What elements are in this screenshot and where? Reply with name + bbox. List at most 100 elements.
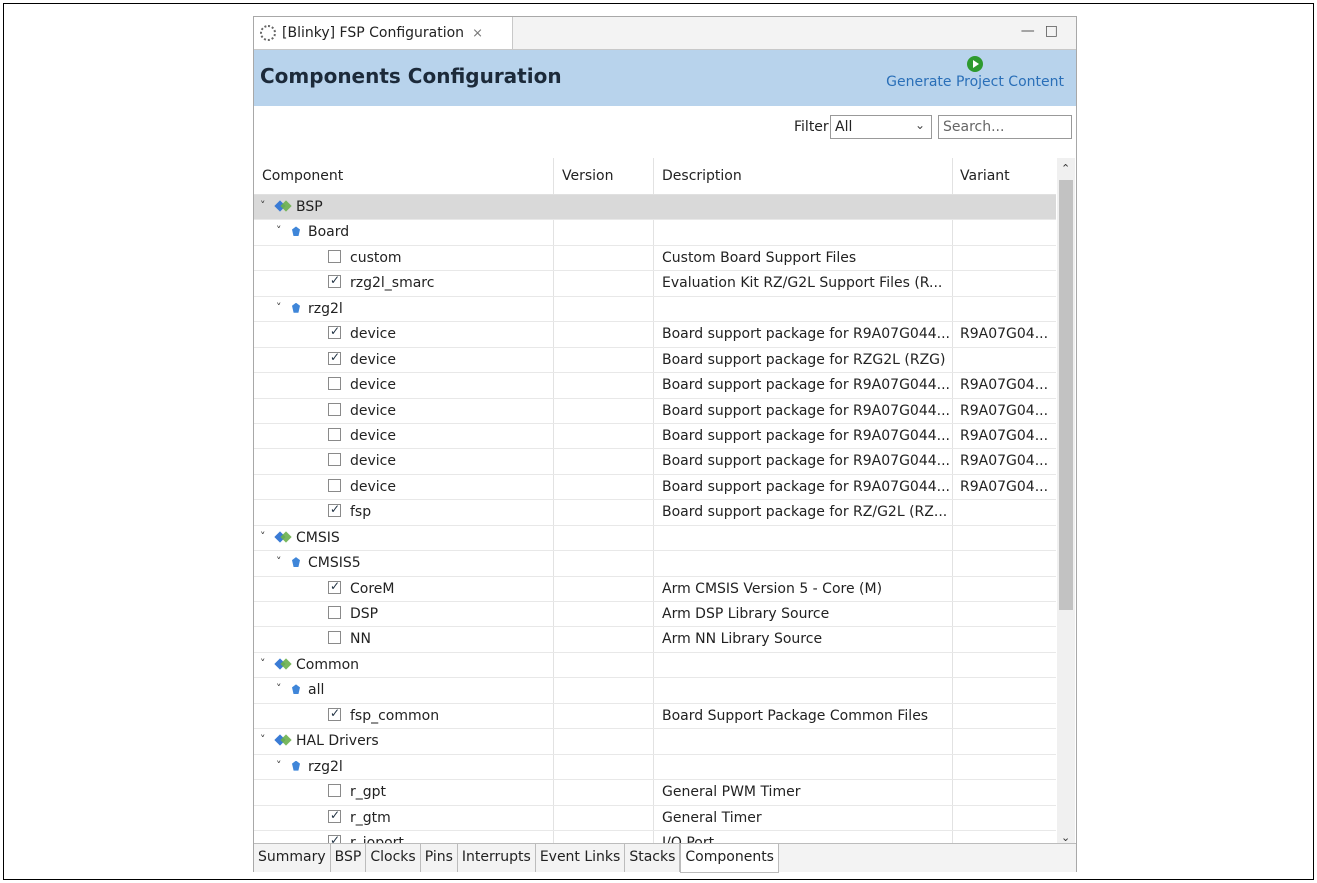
component-checkbox[interactable] xyxy=(328,706,341,721)
component-name: device xyxy=(350,402,396,419)
expand-chevron-icon[interactable]: ˅ xyxy=(276,759,282,772)
expand-chevron-icon[interactable]: ˅ xyxy=(260,199,266,212)
bottom-tab-clocks[interactable]: Clocks xyxy=(366,844,421,872)
component-description: Board support package for RZ/G2L (RZ... xyxy=(662,504,948,521)
component-variant: R9A07G04... xyxy=(960,377,1049,394)
table-row[interactable]: CoreM Arm CMSIS Version 5 - Core (M) xyxy=(254,577,1056,602)
table-row[interactable]: ˅ rzg2l xyxy=(254,755,1056,781)
table-row[interactable]: device Board support package for R9A07G04… xyxy=(254,373,1056,399)
table-row[interactable]: ˅ all xyxy=(254,678,1056,704)
component-name: rzg2l_smarc xyxy=(350,275,435,292)
table-rows: ˅ BSP ˅ Board custom Custom Board Support Fil… xyxy=(254,195,1056,857)
bottom-tab-components[interactable]: Components xyxy=(680,844,779,873)
component-checkbox[interactable] xyxy=(328,427,341,441)
gear-icon xyxy=(260,25,276,41)
table-row[interactable]: device Board support package for RZG2L (R… xyxy=(254,348,1056,374)
maximize-button[interactable]: □ xyxy=(1045,23,1068,39)
bottom-tab-bsp[interactable]: BSP xyxy=(331,844,367,872)
component-checkbox[interactable] xyxy=(328,579,341,594)
vertical-scrollbar[interactable]: ⌃ ⌄ xyxy=(1057,158,1075,848)
column-header-variant[interactable]: Variant xyxy=(960,168,1010,184)
component-checkbox[interactable] xyxy=(328,606,341,619)
expand-chevron-icon[interactable]: ˅ xyxy=(276,555,282,568)
bottom-tab-event-links[interactable]: Event Links xyxy=(536,844,626,872)
expand-chevron-icon[interactable]: ˅ xyxy=(276,224,282,237)
table-row[interactable]: ˅ CMSIS5 xyxy=(254,551,1056,577)
component-checkbox[interactable] xyxy=(328,631,341,645)
table-row[interactable]: device Board support package for R9A07G04… xyxy=(254,399,1056,424)
expand-chevron-icon[interactable]: ˅ xyxy=(260,657,266,670)
component-description: Board support package for R9A07G044... xyxy=(662,326,950,343)
component-checkbox[interactable] xyxy=(328,350,341,365)
table-row[interactable]: ˅ Board xyxy=(254,220,1056,246)
table-row[interactable]: fsp_common Board Support Package Common F… xyxy=(254,704,1056,730)
component-name: CMSIS xyxy=(296,529,340,546)
table-row[interactable]: device Board support package for R9A07G04… xyxy=(254,424,1056,450)
table-row[interactable]: ˅ HAL Drivers xyxy=(254,729,1056,755)
table-row[interactable]: r_gtm General Timer xyxy=(254,806,1056,831)
filter-select[interactable]: All ⌄ xyxy=(830,115,932,139)
close-icon[interactable]: ⨯ xyxy=(472,26,483,41)
table-row[interactable]: device Board support package for R9A07G04… xyxy=(254,322,1056,348)
component-checkbox[interactable] xyxy=(328,402,341,416)
component-name: device xyxy=(350,453,396,470)
filter-label: Filter xyxy=(794,119,829,135)
expand-chevron-icon[interactable]: ˅ xyxy=(260,530,266,543)
component-checkbox[interactable] xyxy=(328,808,341,823)
bottom-tab-stacks[interactable]: Stacks xyxy=(625,844,681,872)
table-row[interactable]: r_gpt General PWM Timer xyxy=(254,780,1056,806)
scroll-up-icon[interactable]: ⌃ xyxy=(1061,162,1070,175)
editor-tab[interactable]: [Blinky] FSP Configuration ⨯ xyxy=(254,17,513,49)
table-row[interactable]: device Board support package for R9A07G04… xyxy=(254,475,1056,501)
fsp-configuration-editor: [Blinky] FSP Configuration ⨯ —□ Componen… xyxy=(253,16,1077,873)
components-header: Components Configuration Generate Projec… xyxy=(254,50,1076,106)
bottom-tab-pins[interactable]: Pins xyxy=(421,844,458,872)
table-row[interactable]: DSP Arm DSP Library Source xyxy=(254,602,1056,628)
component-icon xyxy=(292,760,300,771)
table-row[interactable]: ˅ Common xyxy=(254,653,1056,679)
generate-project-content-button[interactable]: Generate Project Content xyxy=(886,56,1064,90)
component-name: Common xyxy=(296,656,360,673)
component-checkbox[interactable] xyxy=(328,324,341,340)
package-icon xyxy=(276,736,290,746)
filter-selected-value: All xyxy=(835,119,853,135)
bottom-tab-summary[interactable]: Summary xyxy=(254,844,331,872)
component-checkbox[interactable] xyxy=(328,453,341,467)
expand-chevron-icon[interactable]: ˅ xyxy=(276,682,282,695)
component-checkbox[interactable] xyxy=(328,249,341,263)
search-input[interactable]: Search... xyxy=(938,115,1072,139)
table-row[interactable]: ˅ BSP xyxy=(254,195,1056,221)
component-name: rzg2l xyxy=(308,300,343,317)
table-row[interactable]: ˅ CMSIS xyxy=(254,526,1056,552)
column-header-version[interactable]: Version xyxy=(562,168,613,184)
component-checkbox[interactable] xyxy=(328,377,341,391)
component-checkbox[interactable] xyxy=(328,502,341,518)
column-header-description[interactable]: Description xyxy=(662,168,742,184)
table-row[interactable]: device Board support package for R9A07G04… xyxy=(254,449,1056,475)
editor-tab-title: [Blinky] FSP Configuration xyxy=(282,25,465,41)
component-description: General Timer xyxy=(662,809,762,826)
bottom-tab-interrupts[interactable]: Interrupts xyxy=(458,844,536,872)
component-checkbox[interactable] xyxy=(328,273,341,289)
table-row[interactable]: rzg2l_smarc Evaluation Kit RZ/G2L Support… xyxy=(254,271,1056,297)
expand-chevron-icon[interactable]: ˅ xyxy=(260,733,266,746)
table-row[interactable]: ˅ rzg2l xyxy=(254,297,1056,323)
bottom-tab-bar: Summary BSP Clocks Pins Interrupts Event Link… xyxy=(254,843,1076,873)
component-description: General PWM Timer xyxy=(662,784,801,801)
table-row[interactable]: fsp Board support package for RZ/G2L (RZ.… xyxy=(254,500,1056,526)
component-name: custom xyxy=(350,249,402,266)
component-description: Arm DSP Library Source xyxy=(662,606,830,622)
column-header-component[interactable]: Component xyxy=(262,168,343,184)
expand-chevron-icon[interactable]: ˅ xyxy=(276,301,282,314)
component-name: rzg2l xyxy=(308,758,343,775)
component-name: device xyxy=(350,377,396,394)
scrollbar-thumb[interactable] xyxy=(1059,180,1073,610)
table-row[interactable]: NN Arm NN Library Source xyxy=(254,627,1056,653)
minimize-button[interactable]: — xyxy=(1021,23,1045,39)
component-name: device xyxy=(350,427,396,444)
package-icon xyxy=(276,660,290,670)
component-checkbox[interactable] xyxy=(328,784,341,798)
component-checkbox[interactable] xyxy=(328,478,341,492)
component-description: Evaluation Kit RZ/G2L Support Files (R..… xyxy=(662,275,943,292)
table-row[interactable]: custom Custom Board Support Files xyxy=(254,246,1056,272)
